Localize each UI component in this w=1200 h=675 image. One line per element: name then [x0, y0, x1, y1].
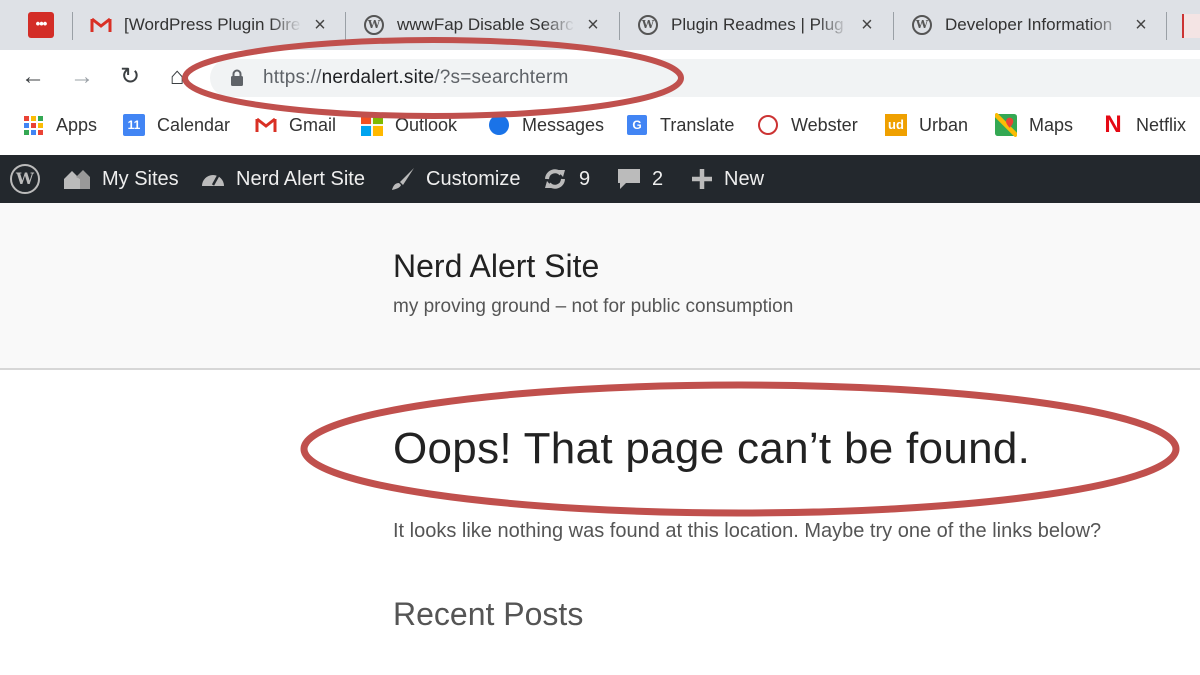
bookmark-outlook[interactable]: Outlook [361, 114, 457, 136]
tab-developer-information[interactable]: W Developer Information × [893, 0, 1151, 50]
url-path: /?s=searchterm [434, 67, 569, 88]
tab-plugin-readmes[interactable]: W Plugin Readmes | Plug × [619, 0, 877, 50]
bookmark-apps[interactable]: Apps [22, 114, 97, 136]
gmail-icon [255, 114, 277, 136]
bookmark-translate[interactable]: G Translate [626, 114, 734, 136]
tab-separator [345, 12, 346, 40]
netflix-badge: N [1104, 111, 1122, 138]
calendar-icon: 11 [123, 114, 145, 136]
new-label: New [724, 167, 765, 190]
partial-tab-favicon-icon[interactable] [1182, 14, 1200, 38]
url-text[interactable]: https://nerdalert.site/?s=searchterm [263, 67, 569, 89]
customize-link[interactable]: Customize [390, 155, 520, 203]
recent-posts-heading: Recent Posts [393, 596, 584, 632]
urban-icon: ud [885, 114, 907, 136]
tab-wordpress-plugin-directory[interactable]: [WordPress Plugin Dire × [72, 0, 330, 50]
netflix-icon: N [1102, 111, 1124, 138]
forward-button[interactable]: → [67, 62, 97, 92]
lock-icon[interactable] [230, 69, 244, 92]
bookmark-calendar[interactable]: 11 Calendar [123, 114, 230, 136]
tab-separator [893, 12, 894, 40]
apps-grid-icon [22, 114, 44, 136]
home-button[interactable]: ⌂ [162, 62, 192, 92]
calendar-badge: 11 [127, 118, 141, 132]
close-icon[interactable]: × [857, 14, 877, 37]
bookmark-label: Translate [660, 114, 735, 135]
back-button[interactable]: ← [18, 62, 48, 92]
not-found-message: It looks like nothing was found at this … [393, 520, 1102, 542]
tab-title: [WordPress Plugin Dire [124, 15, 301, 34]
bookmark-label: Webster [791, 114, 858, 135]
bookmark-label: Maps [1029, 114, 1074, 135]
my-sites-menu[interactable]: My Sites [62, 155, 179, 203]
plus-icon [690, 167, 714, 191]
site-description: my proving ground – not for public consu… [393, 296, 794, 317]
urban-badge: ud [888, 117, 904, 132]
maps-icon [995, 113, 1017, 137]
tab-title: Developer Information [945, 15, 1113, 34]
wp-logo-menu[interactable]: W [10, 155, 50, 203]
bookmark-label: Outlook [395, 114, 458, 135]
wp-admin-bar [0, 155, 1200, 203]
tab-title: Plugin Readmes | Plug [671, 15, 844, 34]
gmail-icon [90, 14, 112, 36]
customize-label: Customize [426, 167, 521, 190]
outlook-icon [361, 114, 383, 136]
comment-icon [616, 167, 642, 191]
dashboard-icon [200, 168, 226, 190]
bookmark-gmail[interactable]: Gmail [255, 114, 336, 136]
site-name-label: Nerd Alert Site [236, 167, 365, 190]
updates-count: 9 [579, 167, 591, 190]
bookmark-label: Gmail [289, 114, 337, 135]
wordpress-icon: W [637, 14, 659, 36]
site-title[interactable]: Nerd Alert Site [393, 248, 599, 285]
wordpress-icon: W [10, 164, 40, 194]
tab-wwwfap-disable-search[interactable]: W wwwFap Disable Searc × [345, 0, 603, 50]
bookmark-webster[interactable]: Webster [757, 114, 858, 136]
tab-separator [619, 12, 620, 40]
bookmark-label: Apps [56, 114, 98, 135]
translate-icon: G [626, 114, 648, 136]
reload-button[interactable]: ↻ [115, 62, 145, 92]
messages-icon [488, 114, 510, 136]
tab-separator [72, 12, 73, 40]
bookmark-urban[interactable]: ud Urban [885, 114, 968, 136]
close-icon[interactable]: × [583, 14, 603, 37]
lastpass-extension-icon[interactable]: ••• [28, 12, 54, 38]
my-sites-label: My Sites [102, 167, 179, 190]
bookmark-messages[interactable]: Messages [488, 114, 604, 136]
bookmark-maps[interactable]: Maps [995, 113, 1074, 137]
my-sites-icon [62, 167, 92, 191]
close-icon[interactable]: × [310, 14, 330, 37]
page-title: Oops! That page can’t be found. [393, 424, 1031, 473]
bookmark-label: Calendar [157, 114, 231, 135]
url-scheme: https:// [263, 67, 322, 88]
bookmark-netflix[interactable]: N Netflix [1102, 111, 1187, 138]
updates-link[interactable]: 9 [541, 155, 590, 203]
tab-separator [1166, 12, 1167, 40]
url-host: nerdalert.site [321, 67, 435, 88]
new-content-menu[interactable]: New [690, 155, 764, 203]
bookmark-label: Urban [919, 114, 969, 135]
wordpress-icon: W [911, 14, 933, 36]
comments-link[interactable]: 2 [616, 155, 663, 203]
tab-title: wwwFap Disable Searc [397, 15, 574, 34]
site-name-menu[interactable]: Nerd Alert Site [200, 155, 365, 203]
comments-count: 2 [652, 167, 664, 190]
bookmark-label: Messages [522, 114, 605, 135]
updates-icon [541, 167, 569, 191]
webster-icon [757, 114, 779, 136]
site-header [0, 203, 1200, 370]
bookmark-label: Netflix [1136, 114, 1187, 135]
close-icon[interactable]: × [1131, 14, 1151, 37]
wordpress-icon: W [363, 14, 385, 36]
paintbrush-icon [390, 166, 416, 192]
